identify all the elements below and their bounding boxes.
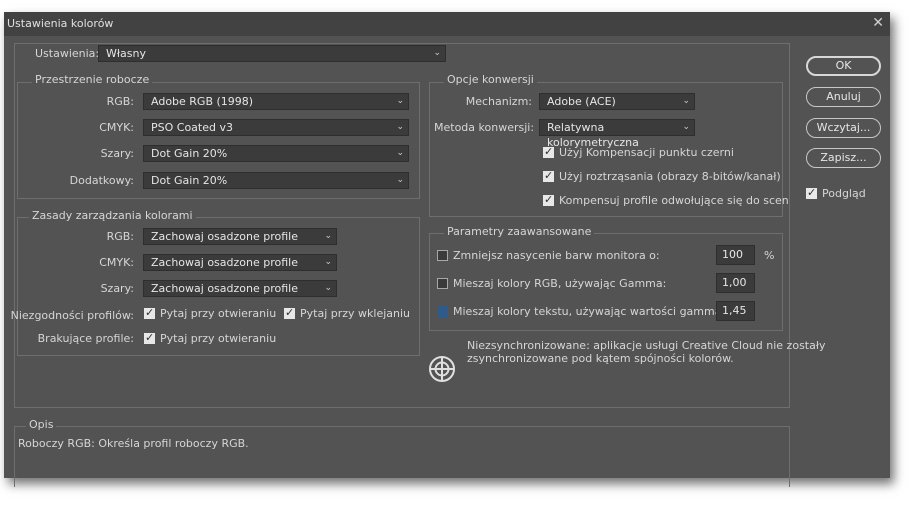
color-settings-dialog: Ustawienia kolorów ✕ Ustawienia: Własny … xyxy=(4,12,890,487)
ws-gray-label: Szary: xyxy=(100,147,134,160)
ws-spot-select[interactable]: Dot Gain 20% ⌄ xyxy=(143,172,409,189)
bpc-label: Użyj Kompensacji punktu czerni xyxy=(559,146,734,159)
desaturate-label: Zmniejsz nasycenie barw monitora o: xyxy=(453,249,660,262)
ws-spot-value: Dot Gain 20% xyxy=(151,174,228,187)
description-group xyxy=(14,426,790,487)
blend-text-label: Mieszaj kolory tekstu, używając wartości… xyxy=(453,305,726,318)
desaturate-input[interactable]: 100 xyxy=(716,245,755,265)
intent-value: Relatywna kolorymetryczna xyxy=(547,121,639,149)
cancel-button[interactable]: Anuluj xyxy=(806,87,881,107)
ok-button[interactable]: OK xyxy=(806,56,881,76)
working-spaces-legend: Przestrzenie robocze xyxy=(32,73,153,86)
ws-gray-value: Dot Gain 20% xyxy=(151,147,228,160)
policy-gray-label: Szary: xyxy=(100,282,134,295)
chevron-down-icon: ⌄ xyxy=(324,257,332,267)
ws-rgb-label: RGB: xyxy=(106,95,134,108)
chevron-down-icon: ⌄ xyxy=(396,96,404,106)
chevron-down-icon: ⌄ xyxy=(396,148,404,158)
intent-label: Metoda konwersji: xyxy=(434,121,535,134)
chevron-down-icon: ⌄ xyxy=(433,48,441,58)
load-button[interactable]: Wczytaj... xyxy=(806,118,881,138)
ws-cmyk-label: CMYK: xyxy=(99,121,134,134)
sync-line-2: zsynchronizowane pod kątem spójności kol… xyxy=(467,352,734,365)
engine-select[interactable]: Adobe (ACE) ⌄ xyxy=(539,93,695,110)
settings-value: Własny xyxy=(106,47,146,60)
compensate-label: Kompensuj profile odwołujące się do scen xyxy=(559,194,789,207)
window-title: Ustawienia kolorów xyxy=(7,17,114,30)
policy-rgb-value: Zachowaj osadzone profile xyxy=(151,230,298,243)
ws-rgb-select[interactable]: Adobe RGB (1998) ⌄ xyxy=(143,93,409,110)
sync-line-1: Niezsynchronizowane: aplikacje usługi Cr… xyxy=(467,339,826,352)
description-legend: Opis xyxy=(26,418,57,431)
policy-rgb-select[interactable]: Zachowaj osadzone profile ⌄ xyxy=(143,228,337,245)
mismatch-open-checkbox[interactable] xyxy=(144,306,155,319)
dither-checkbox[interactable] xyxy=(543,169,554,182)
mismatch-paste-checkbox[interactable] xyxy=(284,306,295,319)
engine-value: Adobe (ACE) xyxy=(547,95,616,108)
description-text: Roboczy RGB: Określa profil roboczy RGB. xyxy=(18,437,249,450)
chevron-down-icon: ⌄ xyxy=(324,283,332,293)
policy-cmyk-label: CMYK: xyxy=(99,256,134,269)
settings-select[interactable]: Własny ⌄ xyxy=(98,45,446,62)
close-icon[interactable]: ✕ xyxy=(872,15,884,31)
mismatch-label: Niezgodności profilów: xyxy=(10,309,134,322)
missing-open-label: Pytaj przy otwieraniu xyxy=(160,332,277,345)
blend-text-input[interactable]: 1,45 xyxy=(716,301,755,321)
policies-legend: Zasady zarządzania kolorami xyxy=(29,209,196,222)
blend-rgb-label: Mieszaj kolory RGB, używając Gamma: xyxy=(453,277,667,290)
compensate-checkbox[interactable] xyxy=(543,193,554,206)
intent-select[interactable]: Relatywna kolorymetryczna ⌄ xyxy=(539,119,695,149)
policy-cmyk-value: Zachowaj osadzone profile xyxy=(151,256,298,269)
missing-open-checkbox[interactable] xyxy=(144,331,155,344)
bpc-checkbox[interactable] xyxy=(543,145,554,158)
preview-label: Podgląd xyxy=(822,187,866,200)
chevron-down-icon: ⌄ xyxy=(396,122,404,132)
color-sync-icon xyxy=(428,355,456,383)
ws-spot-label: Dodatkowy: xyxy=(69,174,134,187)
preview-checkbox[interactable] xyxy=(806,186,817,199)
policy-gray-select[interactable]: Zachowaj osadzone profile ⌄ xyxy=(143,280,337,297)
ws-cmyk-select[interactable]: PSO Coated v3 ⌄ xyxy=(143,119,409,136)
conversion-legend: Opcje konwersji xyxy=(444,73,537,86)
chevron-down-icon: ⌄ xyxy=(396,175,404,185)
desaturate-unit: % xyxy=(764,249,775,262)
mismatch-paste-label: Pytaj przy wklejaniu xyxy=(300,307,411,320)
missing-label: Brakujące profile: xyxy=(37,332,134,345)
mismatch-open-label: Pytaj przy otwieraniu xyxy=(160,307,277,320)
advanced-legend: Parametry zaawansowane xyxy=(444,225,595,238)
ws-cmyk-value: PSO Coated v3 xyxy=(151,121,233,134)
chevron-down-icon: ⌄ xyxy=(682,96,690,106)
dither-label: Użyj roztrząsania (obrazy 8-bitów/kanał) xyxy=(559,170,781,183)
save-button[interactable]: Zapisz... xyxy=(806,148,881,168)
blend-text-checkbox[interactable] xyxy=(437,306,448,317)
engine-label: Mechanizm: xyxy=(465,95,532,108)
settings-label: Ustawienia: xyxy=(35,47,100,60)
policy-rgb-label: RGB: xyxy=(106,230,134,243)
ws-gray-select[interactable]: Dot Gain 20% ⌄ xyxy=(143,145,409,162)
chevron-down-icon: ⌄ xyxy=(324,231,332,241)
blend-rgb-checkbox[interactable] xyxy=(437,278,448,289)
ws-rgb-value: Adobe RGB (1998) xyxy=(151,95,254,108)
desaturate-checkbox[interactable] xyxy=(437,250,448,261)
policy-cmyk-select[interactable]: Zachowaj osadzone profile ⌄ xyxy=(143,254,337,271)
chevron-down-icon: ⌄ xyxy=(682,122,690,132)
policy-gray-value: Zachowaj osadzone profile xyxy=(151,282,298,295)
title-bar: Ustawienia kolorów ✕ xyxy=(4,12,890,36)
blend-rgb-input[interactable]: 1,00 xyxy=(716,273,755,293)
